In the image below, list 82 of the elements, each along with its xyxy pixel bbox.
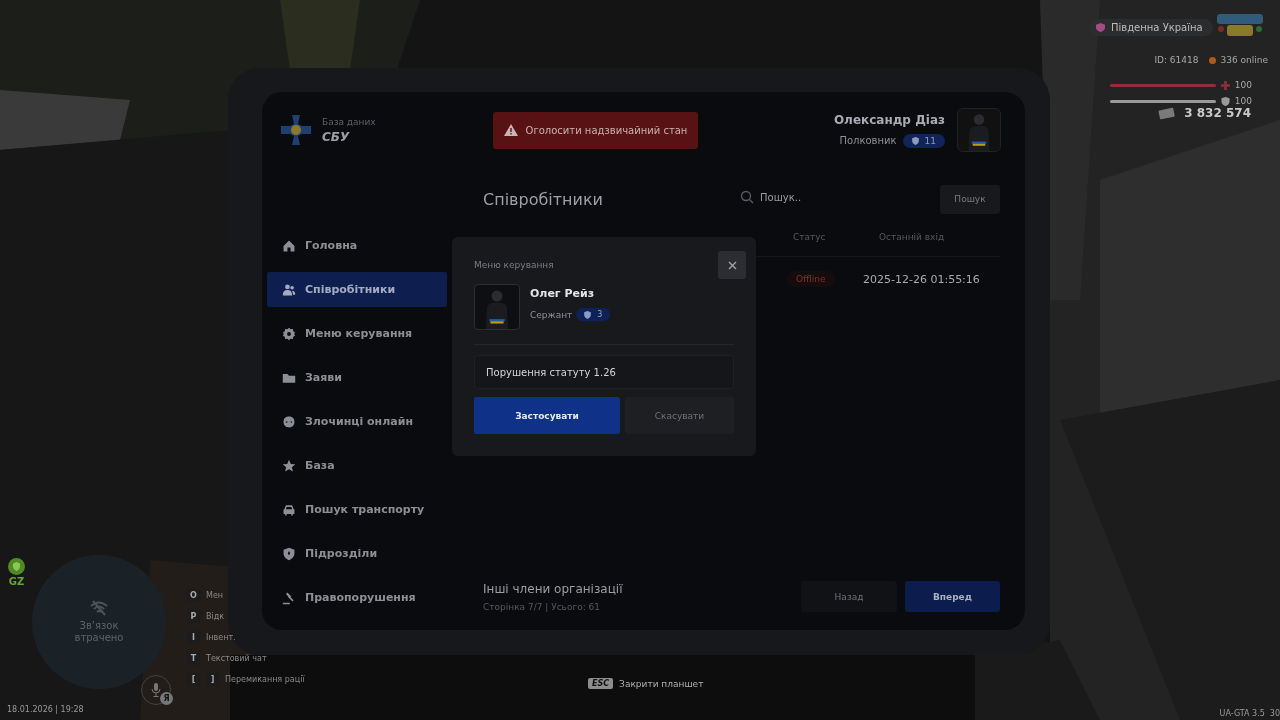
keybind-label: Перемикання рації (225, 675, 305, 684)
user-name: Олександр Діаз (833, 112, 945, 127)
keybind-label: Інвент. (206, 633, 236, 642)
sidebar-item[interactable]: Головна (267, 228, 447, 263)
person-rank: Сержант (530, 309, 573, 320)
prev-button[interactable]: Назад (801, 581, 897, 612)
person-name: Олег Рейз (530, 287, 596, 300)
key-cap: [ (187, 673, 200, 686)
mic-icon (151, 683, 161, 697)
brand-subtitle: База даних (322, 116, 376, 127)
close-button[interactable] (718, 251, 746, 279)
rank-level: 11 (924, 135, 936, 146)
armor-value: 100 (1234, 96, 1252, 106)
shield-icon (282, 546, 296, 561)
shield-icon (1220, 96, 1230, 106)
apply-button[interactable]: Застосувати (474, 397, 620, 434)
column-header: Статус (792, 232, 827, 242)
person-avatar (474, 284, 520, 330)
key-cap: ] (206, 673, 219, 686)
cross-icon (1220, 80, 1230, 90)
key-cap: ESC (588, 678, 614, 689)
sidebar-item[interactable]: Співробітники (267, 272, 447, 307)
key-cap: T (187, 652, 200, 665)
gavel-icon (282, 590, 296, 605)
key-cap: O (187, 589, 200, 602)
people-icon (282, 282, 296, 297)
sidebar-item[interactable]: Пошук транспорту (267, 492, 447, 527)
online-count: 336 online (1220, 55, 1268, 65)
date-time: 18.01.2026 | 19:28 (7, 705, 84, 714)
status-badge: Offline (787, 271, 835, 287)
version-label: UA-GTA 3.5 (1219, 709, 1265, 718)
shield-icon (911, 136, 919, 145)
keybind-label: Закрити планшет (619, 678, 704, 689)
emergency-button[interactable]: Оголосити надзвичайний стан (493, 111, 698, 149)
fps-counter: 30 (1269, 709, 1280, 718)
radio-status: Зв’язок втрачено (73, 619, 125, 645)
search-icon (740, 190, 754, 204)
star-icon (282, 458, 296, 473)
sidebar-item[interactable]: Правопорушення (267, 580, 447, 615)
status-dot-icon (1208, 56, 1216, 64)
warning-icon (503, 124, 518, 136)
user-rank: Полковник (839, 135, 897, 146)
shield-icon (584, 310, 592, 319)
cash-icon (1158, 106, 1177, 120)
reason-field[interactable]: Порушення статуту 1.26 (474, 355, 734, 389)
modal-title: Меню керування (474, 260, 554, 270)
shield-icon (8, 558, 25, 575)
server-name: Південна Україна (1111, 22, 1203, 33)
search-button[interactable]: Пошук (940, 184, 1000, 214)
wifi-off-icon (90, 599, 108, 616)
page-info: Сторінка 7/7 | Усього: 61 (483, 601, 601, 612)
person-avatar (957, 108, 1001, 152)
rank-level: 3 (597, 310, 603, 319)
health-value: 100 (1234, 80, 1252, 90)
mask-icon (282, 414, 296, 429)
sidebar-item[interactable]: Злочинці онлайн (267, 404, 447, 439)
page-title: Співробітники (483, 189, 603, 209)
money-amount: 3 832 574 (1184, 106, 1251, 120)
section-title: Інші члени організації (483, 581, 623, 596)
search-field[interactable]: Пошук.. (760, 191, 930, 203)
brand-title: СБУ (322, 129, 351, 144)
close-icon (727, 260, 737, 270)
column-header: Останній вхід (878, 232, 946, 242)
gear-icon (282, 326, 296, 341)
sidebar-item[interactable]: Заяви (267, 360, 447, 395)
car-icon (282, 502, 296, 517)
keybind-label: Відк (206, 612, 225, 621)
keybind-label: Мен (206, 591, 224, 600)
sidebar-item[interactable]: Меню керування (267, 316, 447, 351)
cancel-button[interactable]: Скасувати (625, 397, 734, 434)
next-button[interactable]: Вперед (905, 581, 1000, 612)
sidebar-item[interactable]: Підрозділи (267, 536, 447, 571)
key-cap: P (187, 610, 200, 623)
zone-label: GZ (8, 576, 25, 587)
player-id: ID: 61418 (1154, 55, 1199, 65)
emblem-icon (280, 114, 312, 146)
keybind-label: Текстовий чат (206, 654, 267, 663)
home-icon (282, 238, 296, 253)
key-cap: I (187, 631, 200, 644)
shield-icon (1096, 23, 1105, 32)
table-cell-text: 2025-12-26 01:55:16 (863, 272, 981, 286)
sidebar-item[interactable]: База (267, 448, 447, 483)
